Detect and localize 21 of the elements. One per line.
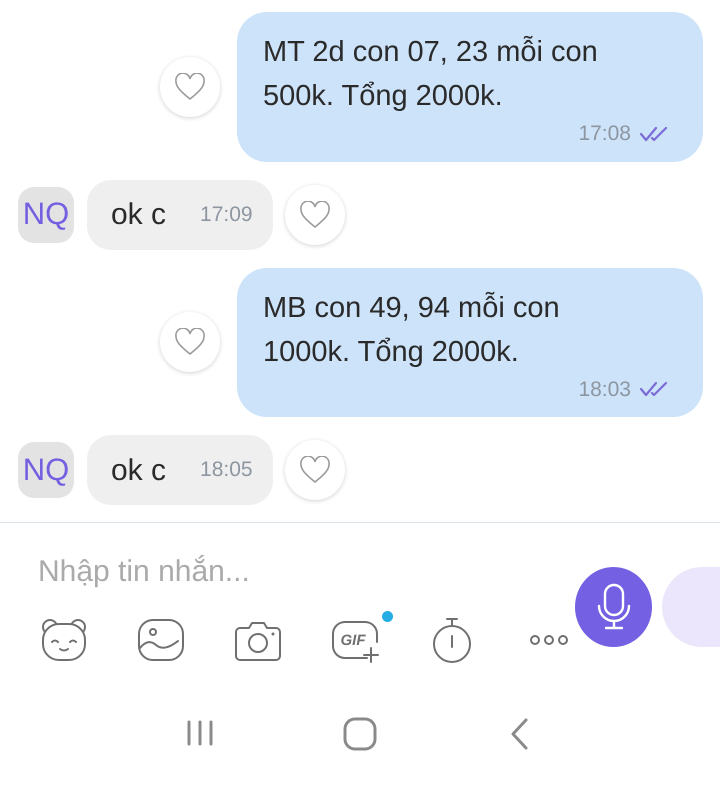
like-button[interactable] bbox=[284, 184, 345, 244]
message-text: MT 2d con 07, 23 mỗi con 500k. Tổng 2000k. bbox=[263, 34, 599, 114]
heart-icon bbox=[298, 456, 331, 484]
message-time: 17:08 bbox=[578, 121, 631, 147]
message-input[interactable]: Nhập tin nhắn... bbox=[38, 549, 458, 594]
avatar[interactable]: NQ bbox=[18, 442, 74, 498]
message-text: ok c bbox=[111, 452, 166, 488]
heart-icon bbox=[174, 72, 206, 101]
gif-button[interactable]: GIF bbox=[329, 614, 381, 666]
heart-icon bbox=[174, 328, 206, 356]
like-button[interactable] bbox=[160, 312, 220, 372]
message-text: MB con 49, 94 mỗi con 1000k. Tổng 2000k. bbox=[263, 290, 561, 370]
heart-icon bbox=[298, 200, 331, 228]
more-icon bbox=[529, 634, 569, 645]
message-text: ok c bbox=[111, 197, 166, 233]
message-time: 17:09 bbox=[200, 202, 253, 228]
like-button[interactable] bbox=[284, 440, 345, 500]
message-time: 18:03 bbox=[578, 376, 631, 402]
message-time: 18:05 bbox=[200, 457, 253, 484]
like-button[interactable] bbox=[160, 56, 220, 117]
avatar[interactable]: NQ bbox=[18, 186, 74, 242]
